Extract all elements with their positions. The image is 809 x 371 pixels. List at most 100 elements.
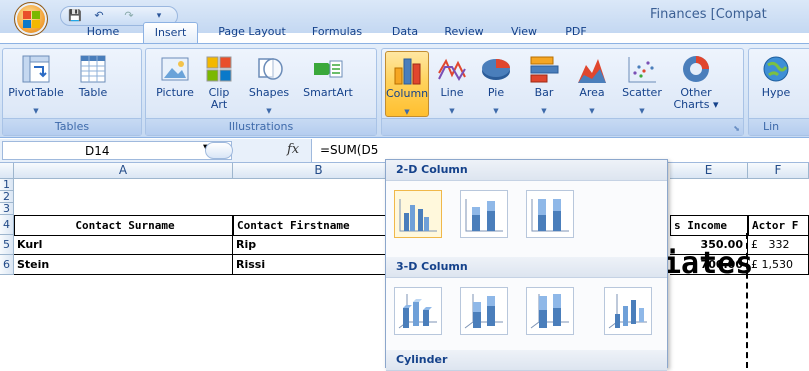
chevron-down-icon: ▼ [266, 107, 272, 115]
cell-f4[interactable]: Actor F [748, 215, 809, 236]
line-chart-icon [438, 58, 466, 81]
clip-art-button[interactable]: Clip Art [202, 51, 236, 117]
group-charts: Column ▼ Line ▼ Pie ▼ Bar ▼ Area ▼ Scatt… [381, 48, 744, 136]
cell-f5-value: 332 [768, 238, 790, 251]
cell-f5[interactable]: £ 332 [748, 235, 809, 255]
smartart-button[interactable]: SmartArt [298, 51, 358, 117]
hyperlink-button[interactable]: Hype [751, 51, 801, 117]
shapes-icon [258, 58, 283, 80]
line-chart-button[interactable]: Line ▼ [432, 51, 472, 117]
chevron-down-icon: ▼ [639, 107, 645, 115]
column-chart-label: Column [386, 87, 429, 100]
cell-e4[interactable]: s Income [670, 215, 748, 236]
clip-art-label-line2: Art [210, 98, 228, 111]
bar-chart-button[interactable]: Bar ▼ [522, 51, 566, 117]
3d-100-stacked-column-option[interactable] [526, 287, 574, 335]
3d-clustered-column-option[interactable] [394, 287, 442, 335]
tab-insert[interactable]: Insert [143, 22, 198, 43]
group-tables: PivotTable ▼ Table Tables [2, 48, 142, 136]
cell-a5[interactable]: Kurl [14, 235, 233, 255]
smartart-label: SmartArt [303, 86, 353, 99]
cell-b5[interactable]: Rip [233, 235, 405, 255]
group-label-charts [382, 118, 743, 135]
name-box[interactable]: D14 ▼ [2, 141, 232, 160]
formula-text: =SUM(D5 [320, 143, 379, 157]
group-label-illustrations: Illustrations [146, 118, 376, 135]
pie-chart-button[interactable]: Pie ▼ [474, 51, 518, 117]
ribbon: PivotTable ▼ Table Tables Picture Clip A… [0, 43, 809, 138]
name-box-value: D14 [85, 144, 110, 158]
area-chart-label: Area [579, 86, 605, 99]
shapes-button[interactable]: Shapes ▼ [242, 51, 296, 117]
column-chart-button[interactable]: Column ▼ [385, 51, 429, 117]
pie-chart-label: Pie [487, 86, 505, 99]
100-stacked-column-icon [531, 199, 569, 232]
bar-chart-icon [530, 56, 559, 83]
select-all-button[interactable] [0, 163, 14, 179]
other-charts-label: Other Charts ▾ [670, 87, 722, 111]
stacked-column-option[interactable] [460, 190, 508, 238]
pivottable-button[interactable]: PivotTable ▼ [6, 51, 66, 117]
tab-page-layout[interactable]: Page Layout [214, 22, 290, 43]
tab-view[interactable]: View [502, 22, 546, 43]
bar-chart-label: Bar [534, 86, 554, 99]
pivottable-label: PivotTable [8, 86, 64, 99]
scatter-chart-label: Scatter [622, 86, 662, 99]
column-header-b[interactable]: B [233, 163, 405, 179]
group-label-links: Lin [749, 118, 809, 135]
cell-a6[interactable]: Stein [14, 255, 233, 275]
customize-qat-icon[interactable]: ▾ [151, 9, 167, 23]
shapes-label: Shapes [248, 86, 290, 99]
group-label-tables: Tables [3, 118, 141, 135]
cell-b4[interactable]: Contact Firstname [233, 215, 405, 236]
dialog-launcher-icon[interactable]: ⬊ [733, 124, 740, 133]
line-chart-label: Line [440, 86, 464, 99]
picture-button[interactable]: Picture [152, 51, 198, 117]
tab-home[interactable]: Home [78, 22, 128, 43]
table-button[interactable]: Table [71, 51, 115, 117]
globe-icon [763, 56, 789, 82]
100-stacked-column-option[interactable] [526, 190, 574, 238]
office-logo-icon [23, 11, 41, 29]
other-charts-button[interactable]: Other Charts ▾ [670, 51, 722, 117]
clustered-column-option[interactable] [394, 190, 442, 238]
chevron-down-icon: ▼ [541, 107, 547, 115]
area-chart-button[interactable]: Area ▼ [570, 51, 614, 117]
column-chart-icon [394, 58, 421, 85]
tab-data[interactable]: Data [385, 22, 425, 43]
cell-b6[interactable]: Rissi [233, 255, 405, 275]
picture-icon [161, 57, 189, 81]
tab-pdf[interactable]: PDF [555, 22, 597, 43]
row-header-6[interactable]: 6 [0, 255, 14, 275]
column-header-f[interactable]: F [748, 163, 809, 179]
cell-a4[interactable]: Contact Surname [14, 215, 233, 236]
formula-cancel-button[interactable] [205, 142, 233, 159]
cell-f6[interactable]: £ 1,530 [748, 255, 809, 275]
pie-chart-icon [482, 59, 510, 80]
column-header-e[interactable]: E [670, 163, 748, 179]
stacked-column-icon [465, 199, 503, 232]
row-header-4[interactable]: 4 [0, 215, 14, 235]
3d-clustered-column-icon [398, 294, 437, 329]
row-header-3[interactable]: 3 [0, 203, 14, 215]
3d-100-stacked-column-icon [530, 294, 569, 329]
3d-stacked-column-option[interactable] [460, 287, 508, 335]
table-icon [80, 55, 106, 83]
pivottable-icon [22, 55, 50, 83]
group-illustrations: Picture Clip Art Shapes ▼ SmartArt Illus… [145, 48, 377, 136]
other-charts-label-line2: Charts ▾ [673, 98, 719, 111]
row-header-5[interactable]: 5 [0, 235, 14, 255]
area-chart-icon [578, 59, 606, 83]
3d-column-option[interactable] [604, 287, 652, 335]
tab-formulas[interactable]: Formulas [306, 22, 368, 43]
redo-icon[interactable]: ↷ [121, 9, 137, 23]
chevron-down-icon: ▼ [493, 107, 499, 115]
scatter-chart-button[interactable]: Scatter ▼ [618, 51, 666, 117]
undo-icon[interactable]: ↶ [91, 9, 107, 23]
tab-review[interactable]: Review [436, 22, 492, 43]
save-icon[interactable]: 💾 [67, 9, 83, 23]
column-header-a[interactable]: A [14, 163, 233, 179]
column-chart-dropdown: 2-D Column 3-D Column Cylinder [385, 159, 668, 371]
office-button[interactable] [14, 2, 48, 36]
function-icon[interactable]: fx [287, 142, 299, 157]
